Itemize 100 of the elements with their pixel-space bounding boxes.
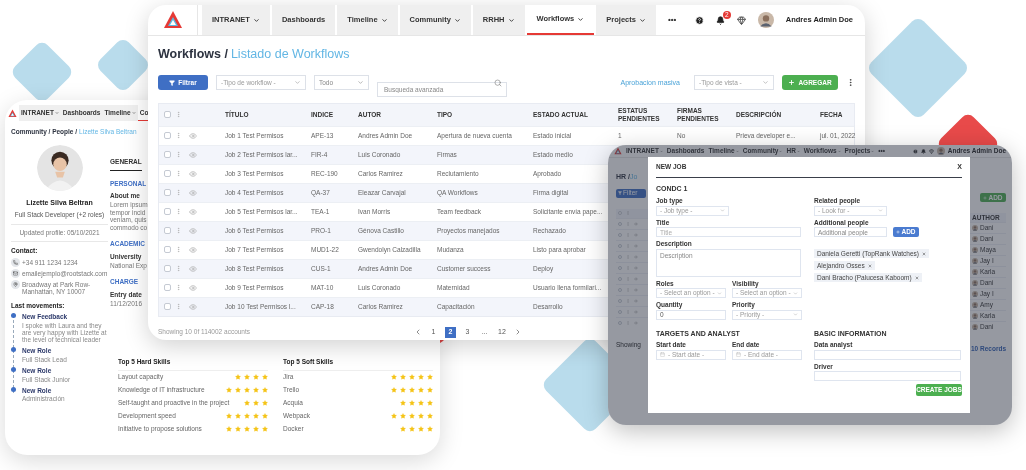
- address-icon: [11, 279, 20, 289]
- gem-icon[interactable]: [736, 15, 746, 25]
- star-icon: [244, 426, 250, 432]
- star-icon: [418, 387, 424, 393]
- star-icon: [244, 374, 250, 380]
- star-icon: [253, 374, 259, 380]
- avatar-icon: [972, 258, 978, 264]
- star-icon: [418, 413, 424, 419]
- eye-icon[interactable]: [189, 226, 197, 235]
- star-icon: [391, 413, 397, 419]
- avatar-icon: [972, 269, 978, 275]
- kebab-icon[interactable]: [846, 78, 855, 88]
- email-icon: [11, 268, 20, 278]
- star-icon: [244, 387, 250, 393]
- bell-icon[interactable]: [715, 15, 725, 25]
- eye-icon[interactable]: [189, 302, 197, 311]
- eye-icon[interactable]: [189, 264, 197, 273]
- star-icon: [244, 400, 250, 406]
- caret-icon: [357, 79, 364, 87]
- caret-icon: [131, 111, 136, 115]
- caret-icon: [793, 312, 798, 317]
- calendar-icon: [660, 352, 665, 357]
- star-icon: [235, 387, 241, 393]
- star-icon: [391, 387, 397, 393]
- caret-icon: [762, 79, 769, 87]
- avatar-icon: [972, 302, 978, 308]
- caret-icon: [54, 111, 59, 115]
- star-icon: [253, 400, 259, 406]
- eye-icon[interactable]: [189, 169, 197, 178]
- checkbox[interactable]: [164, 208, 171, 216]
- star-icon: [400, 387, 406, 393]
- search-icon: [494, 78, 502, 87]
- checkbox[interactable]: [164, 284, 171, 292]
- star-icon: [409, 413, 415, 419]
- caret-icon: [638, 16, 646, 24]
- filter-icon: [618, 191, 622, 195]
- star-icon: [409, 374, 415, 380]
- star-icon: [427, 400, 433, 406]
- checkbox[interactable]: [164, 170, 171, 178]
- caret-icon: [294, 79, 301, 87]
- star-icon: [262, 400, 268, 406]
- caret-icon: [793, 290, 798, 296]
- star-icon: [235, 413, 241, 419]
- star-icon: [262, 387, 268, 393]
- checkbox[interactable]: [164, 265, 171, 273]
- checkbox[interactable]: [164, 151, 171, 159]
- checkbox[interactable]: [164, 132, 171, 140]
- eye-icon[interactable]: [189, 188, 197, 197]
- star-icon: [253, 413, 259, 419]
- input-field[interactable]: [814, 371, 961, 381]
- remove-icon[interactable]: [867, 263, 872, 268]
- checkbox[interactable]: [164, 189, 171, 197]
- star-icon: [418, 426, 424, 432]
- star-icon: [400, 413, 406, 419]
- caret-icon: [720, 208, 725, 213]
- star-icon: [253, 426, 259, 432]
- star-icon: [262, 413, 268, 419]
- eye-icon[interactable]: [189, 207, 197, 216]
- avatar-icon: [757, 12, 774, 28]
- checkbox[interactable]: [164, 246, 171, 254]
- eye-icon[interactable]: [189, 150, 197, 159]
- checkbox[interactable]: [164, 303, 171, 311]
- checkbox[interactable]: [164, 111, 171, 119]
- phone-icon: [11, 257, 20, 267]
- plus-icon: [983, 195, 988, 200]
- avatar-icon: [972, 247, 978, 253]
- eye-icon[interactable]: [189, 131, 197, 140]
- gem-icon[interactable]: [928, 148, 934, 154]
- star-icon: [427, 387, 433, 393]
- eye-icon[interactable]: [189, 283, 197, 292]
- caret-icon: [252, 16, 260, 24]
- more-button[interactable]: •••: [657, 5, 687, 35]
- caret-icon: [878, 208, 883, 213]
- checkbox[interactable]: [164, 227, 171, 235]
- star-icon: [226, 426, 232, 432]
- star-icon: [226, 387, 232, 393]
- star-icon: [235, 426, 241, 432]
- star-icon: [235, 374, 241, 380]
- star-icon: [409, 387, 415, 393]
- input-field[interactable]: [814, 349, 961, 360]
- logo-icon: [162, 10, 183, 30]
- caret-icon: [380, 16, 388, 24]
- star-icon: [226, 413, 232, 419]
- help-icon[interactable]: [694, 15, 704, 25]
- caret-icon: [577, 15, 585, 23]
- avatar-icon: [936, 147, 945, 155]
- star-icon: [262, 426, 268, 432]
- star-icon: [391, 374, 397, 380]
- filter-icon: [169, 79, 176, 86]
- star-icon: [427, 413, 433, 419]
- caret-icon: [507, 16, 515, 24]
- eye-icon[interactable]: [189, 245, 197, 254]
- page-title: Listado de Workflows: [230, 46, 350, 63]
- star-icon: [400, 400, 406, 406]
- star-icon: [418, 400, 424, 406]
- remove-icon[interactable]: [914, 275, 919, 280]
- star-icon: [427, 374, 433, 380]
- star-icon: [409, 400, 415, 406]
- avatar-icon: [972, 236, 978, 242]
- breadcrumb-link[interactable]: Workflows /: [158, 45, 228, 64]
